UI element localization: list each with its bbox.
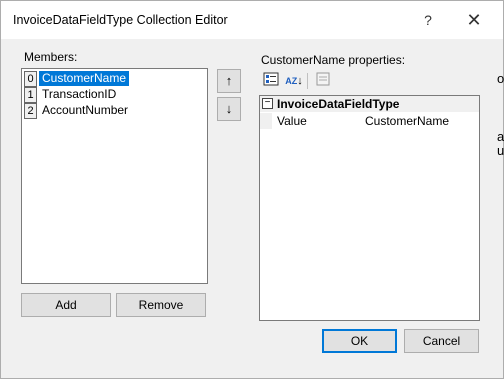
property-row[interactable]: Value CustomerName xyxy=(260,113,479,129)
member-name: CustomerName xyxy=(39,71,130,86)
categorized-icon[interactable] xyxy=(261,71,281,91)
arrow-up-icon: ↑ xyxy=(225,73,233,88)
background-text-fragment: u xyxy=(497,143,504,158)
list-item[interactable]: 2 AccountNumber xyxy=(22,103,207,119)
background-text-fragment: a xyxy=(497,129,504,144)
close-button[interactable]: ✕ xyxy=(457,6,491,34)
ok-button[interactable]: OK xyxy=(322,329,397,353)
row-gutter xyxy=(260,113,272,129)
member-index: 0 xyxy=(24,71,37,87)
member-name: TransactionID xyxy=(42,87,117,101)
property-name: Value xyxy=(277,114,307,128)
members-label: Members: xyxy=(24,50,78,64)
list-item[interactable]: 1 TransactionID xyxy=(22,87,207,103)
sort-arrow-icon: ↓ xyxy=(297,75,303,87)
remove-button[interactable]: Remove xyxy=(116,293,206,317)
arrow-down-icon: ↓ xyxy=(225,101,233,116)
cancel-button[interactable]: Cancel xyxy=(404,329,479,353)
property-grid[interactable]: − InvoiceDataFieldType Value CustomerNam… xyxy=(259,95,480,321)
properties-label: CustomerName properties: xyxy=(261,53,406,67)
background-text-fragment: o xyxy=(497,71,504,86)
move-down-button[interactable]: ↓ xyxy=(217,97,241,121)
collapse-icon[interactable]: − xyxy=(262,98,273,109)
property-pages-glyph xyxy=(316,72,330,86)
collection-editor-dialog: InvoiceDataFieldType Collection Editor ?… xyxy=(0,0,504,379)
move-up-button[interactable]: ↑ xyxy=(217,69,241,93)
categorized-glyph xyxy=(263,72,279,86)
alphabetical-glyph: AZ xyxy=(285,76,298,86)
alphabetical-icon[interactable]: AZ↓ xyxy=(284,71,304,91)
window-title: InvoiceDataFieldType Collection Editor xyxy=(13,13,228,27)
property-category[interactable]: − InvoiceDataFieldType xyxy=(260,96,479,112)
member-name: AccountNumber xyxy=(42,103,129,117)
category-label: InvoiceDataFieldType xyxy=(277,97,400,111)
property-value[interactable]: CustomerName xyxy=(365,113,449,129)
property-pages-icon[interactable] xyxy=(313,71,333,91)
help-button[interactable]: ? xyxy=(413,6,443,34)
toolbar-separator xyxy=(307,73,308,89)
title-bar: InvoiceDataFieldType Collection Editor ?… xyxy=(1,1,503,39)
member-index: 2 xyxy=(24,103,37,119)
member-index: 1 xyxy=(24,87,37,103)
add-button[interactable]: Add xyxy=(21,293,111,317)
list-item[interactable]: 0 CustomerName xyxy=(22,71,207,87)
members-list[interactable]: 0 CustomerName 1 TransactionID 2 Account… xyxy=(21,68,208,284)
